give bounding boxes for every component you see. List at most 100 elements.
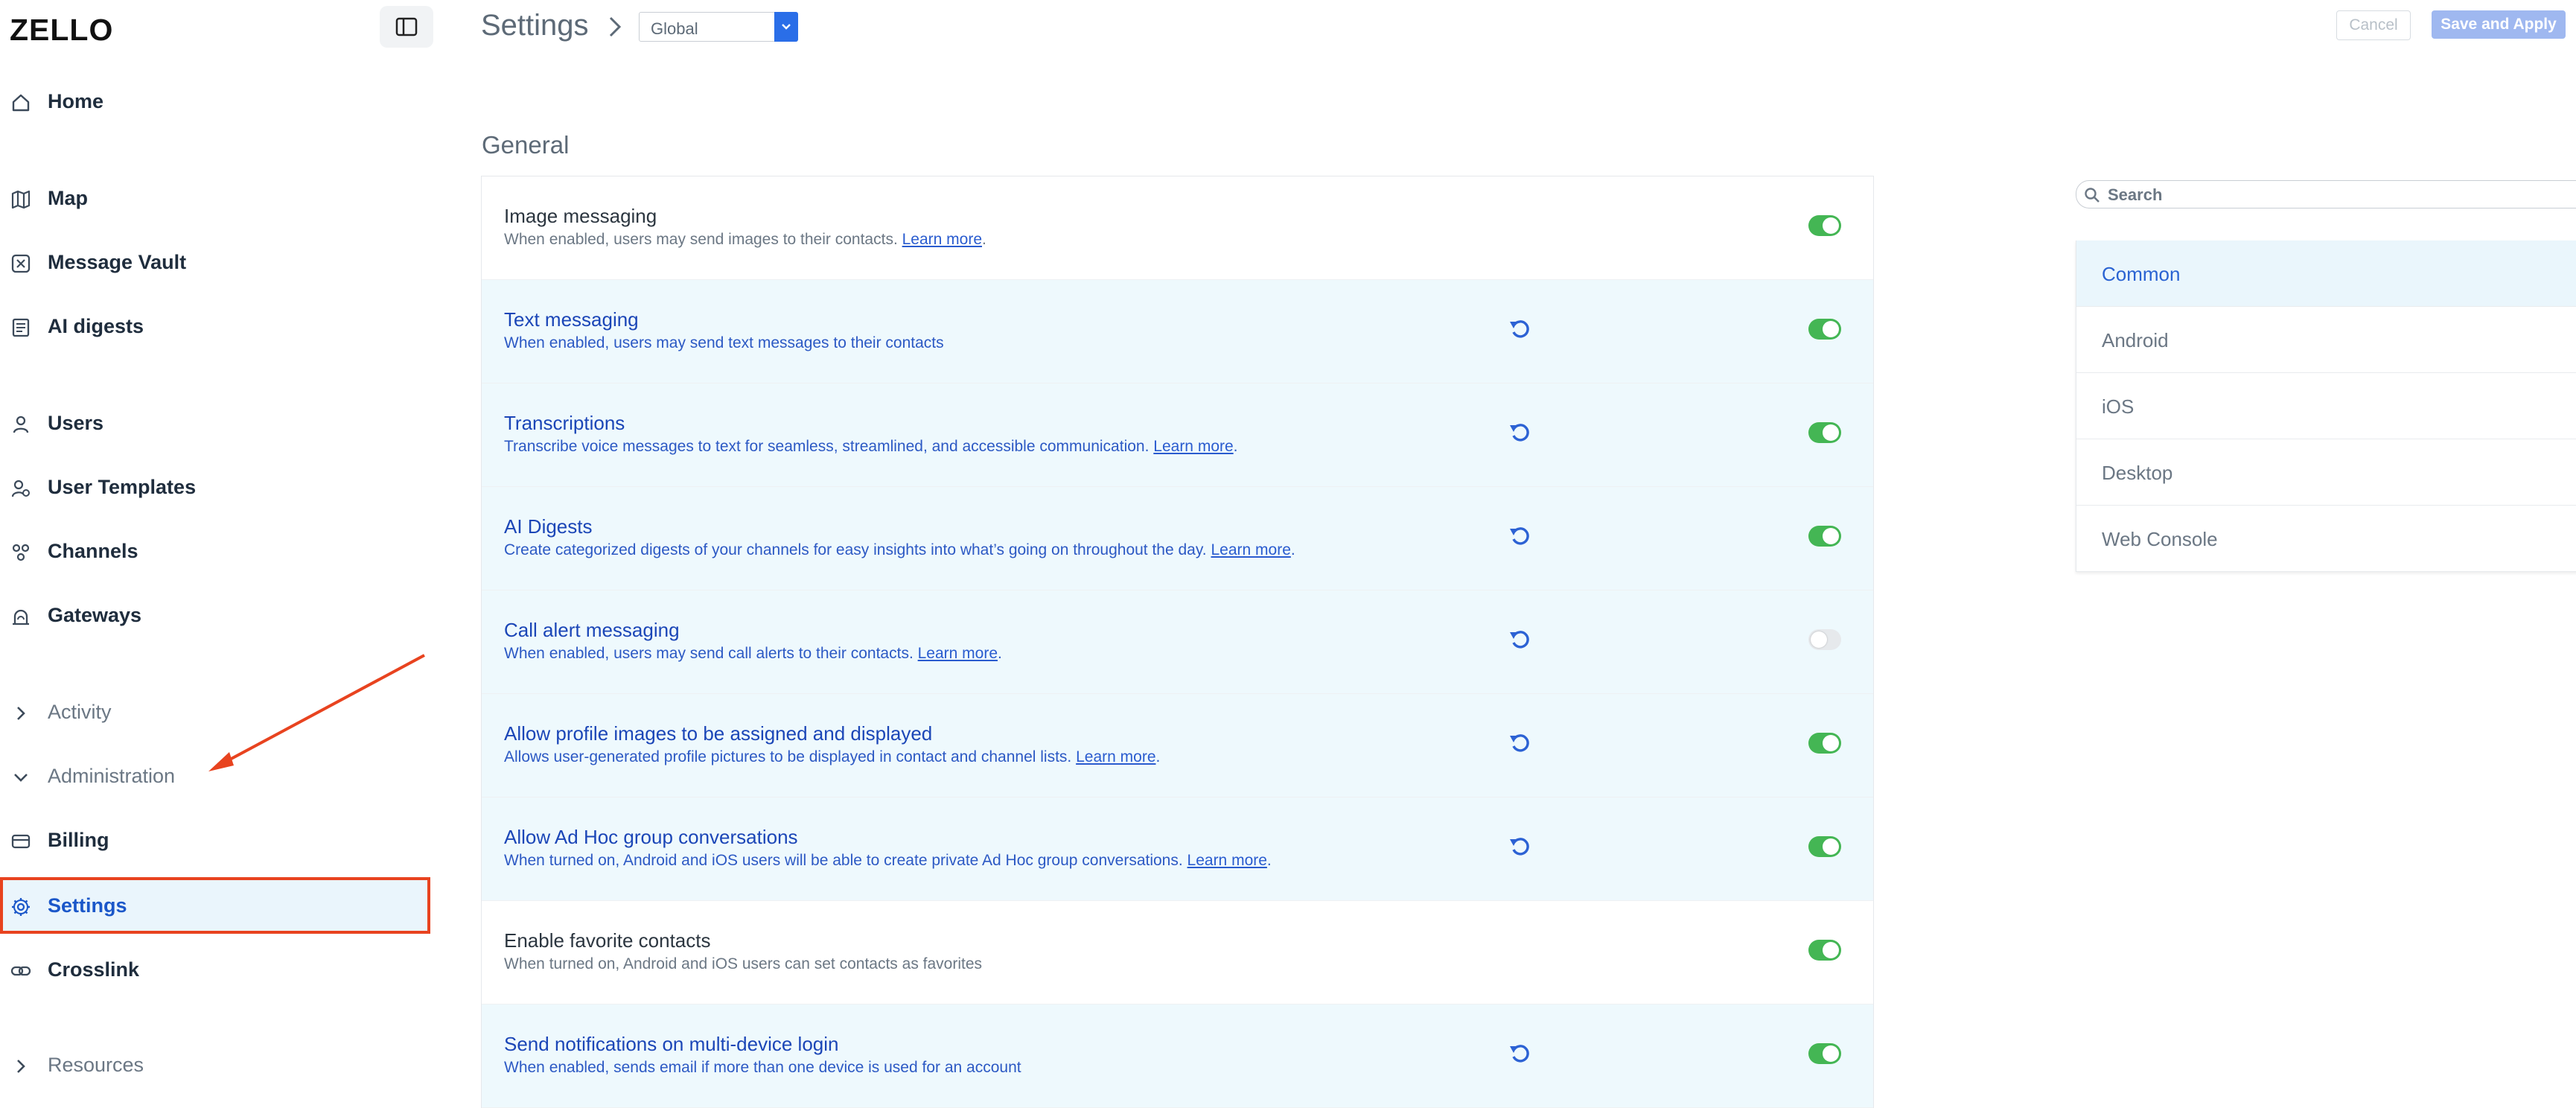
sidebar-item-billing[interactable]: Billing [0, 812, 430, 868]
sidebar-item-label: AI digests [48, 314, 144, 337]
sidebar: ZELLO Home Map Message Vault AI digests … [0, 0, 447, 1107]
setting-title: AI Digests [504, 515, 593, 538]
setting-description: Allows user-generated profile pictures t… [504, 748, 1160, 766]
setting-title: Call alert messaging [504, 619, 680, 641]
reset-icon[interactable] [1508, 833, 1533, 859]
sidebar-item-users[interactable]: Users [0, 395, 430, 451]
search-field[interactable] [2076, 180, 2576, 208]
setting-toggle[interactable] [1808, 526, 1841, 547]
setting-title: Transcriptions [504, 412, 625, 434]
setting-description: When turned on, Android and iOS users wi… [504, 852, 1272, 870]
sidebar-item-label: Users [48, 411, 104, 434]
sidebar-item-channels[interactable]: Channels [0, 523, 430, 579]
sidebar-item-ai-digests[interactable]: AI digests [0, 298, 430, 354]
setting-toggle[interactable] [1808, 940, 1841, 961]
setting-title: Image messaging [504, 205, 657, 227]
category-item[interactable]: iOS [2076, 373, 2576, 439]
learn-more-link[interactable]: Learn more [1187, 852, 1267, 869]
setting-title: Enable favorite contacts [504, 929, 711, 952]
setting-toggle[interactable] [1808, 215, 1841, 236]
learn-more-link[interactable]: Learn more [918, 645, 998, 662]
setting-description-text: When enabled, users may send images to t… [504, 231, 898, 248]
home-icon [10, 92, 31, 113]
setting-description-text: When turned on, Android and iOS users wi… [504, 852, 1183, 869]
collapse-sidebar-button[interactable] [380, 6, 433, 48]
setting-row: Image messaging When enabled, users may s… [482, 176, 1873, 280]
category-label: Desktop [2102, 462, 2173, 484]
sidebar-item-message-vault[interactable]: Message Vault [0, 234, 430, 290]
setting-description: When enabled, sends email if more than o… [504, 1059, 1021, 1077]
learn-more-link[interactable]: Learn more [902, 231, 982, 248]
setting-toggle[interactable] [1808, 319, 1841, 340]
search-input[interactable] [2106, 184, 2556, 206]
category-label: iOS [2102, 395, 2135, 418]
sidebar-group-resources[interactable]: Resources [0, 1037, 430, 1093]
setting-description-suffix: . [982, 231, 986, 248]
dropdown-button[interactable] [774, 12, 798, 42]
gear-icon [10, 897, 31, 917]
search-icon [2085, 188, 2100, 203]
setting-toggle[interactable] [1808, 733, 1841, 754]
gateway-icon [10, 606, 31, 627]
sidebar-item-gateways[interactable]: Gateways [0, 587, 430, 643]
reset-icon[interactable] [1508, 1040, 1533, 1066]
setting-row: Send notifications on multi-device login… [482, 1004, 1873, 1108]
setting-row: Text messaging When enabled, users may se… [482, 280, 1873, 383]
zello-logo[interactable]: ZELLO [10, 13, 113, 48]
category-item[interactable]: Android [2076, 307, 2576, 373]
reset-icon[interactable] [1508, 419, 1533, 445]
map-icon [10, 189, 31, 210]
sidebar-item-settings[interactable]: Settings [0, 877, 430, 934]
learn-more-link[interactable]: Learn more [1076, 748, 1155, 765]
sidebar-item-map[interactable]: Map [0, 170, 430, 226]
category-item[interactable]: Desktop [2076, 439, 2576, 506]
sidebar-item-user-templates[interactable]: User Templates [0, 459, 430, 515]
setting-toggle[interactable] [1808, 422, 1841, 443]
sidebar-item-label: Channels [48, 539, 138, 562]
sidebar-item-crosslink[interactable]: Crosslink [0, 941, 430, 998]
sidebar-item-label: User Templates [48, 475, 197, 498]
reset-icon[interactable] [1508, 730, 1533, 755]
setting-description-suffix: . [1266, 852, 1272, 869]
save-and-apply-button[interactable]: Save and Apply [2432, 10, 2566, 39]
setting-description-text: Allows user-generated profile pictures t… [504, 748, 1072, 765]
category-list: Common Android iOS Desktop Web Console [2076, 241, 2576, 572]
sidebar-item-label: Crosslink [48, 958, 140, 981]
category-item[interactable]: Web Console [2076, 506, 2576, 572]
setting-row: Enable favorite contacts When turned on, … [482, 901, 1873, 1004]
scope-select-value: Global [651, 19, 698, 38]
setting-description-suffix: . [998, 645, 1002, 662]
setting-toggle[interactable] [1808, 1043, 1841, 1064]
sidebar-item-home[interactable]: Home [0, 73, 430, 130]
category-item[interactable]: Common [2076, 241, 2576, 307]
setting-row: AI Digests Create categorized digests of … [482, 487, 1873, 590]
settings-list: Image messaging When enabled, users may s… [481, 176, 1874, 1108]
setting-toggle[interactable] [1808, 629, 1841, 650]
learn-more-link[interactable]: Learn more [1153, 438, 1233, 455]
sidebar-item-label: Settings [48, 894, 127, 917]
channels-icon [10, 542, 31, 563]
chevron-down-icon [10, 767, 31, 788]
setting-description: When turned on, Android and iOS users ca… [504, 955, 982, 973]
setting-toggle[interactable] [1808, 836, 1841, 857]
setting-description-text: When enabled, sends email if more than o… [504, 1059, 1021, 1076]
sidebar-item-label: Administration [48, 764, 176, 787]
learn-more-link[interactable]: Learn more [1211, 541, 1290, 558]
setting-description-text: Transcribe voice messages to text for se… [504, 438, 1150, 455]
scope-select[interactable]: Global [639, 12, 798, 42]
breadcrumb-chevron-icon [609, 16, 622, 37]
setting-title: Allow Ad Hoc group conversations [504, 826, 798, 848]
link-icon [10, 961, 31, 981]
setting-description-suffix: . [1290, 541, 1295, 558]
sidebar-item-label: Message Vault [48, 250, 187, 273]
chevron-right-icon [10, 1056, 31, 1077]
section-title: General [482, 131, 570, 159]
setting-description: When enabled, users may send call alerts… [504, 645, 1002, 663]
reset-icon[interactable] [1508, 626, 1533, 652]
reset-icon[interactable] [1508, 316, 1533, 341]
cancel-button[interactable]: Cancel [2336, 10, 2411, 40]
setting-title: Text messaging [504, 308, 639, 331]
sidebar-toggle-icon [395, 17, 418, 36]
sidebar-item-label: Billing [48, 828, 109, 851]
reset-icon[interactable] [1508, 523, 1533, 548]
